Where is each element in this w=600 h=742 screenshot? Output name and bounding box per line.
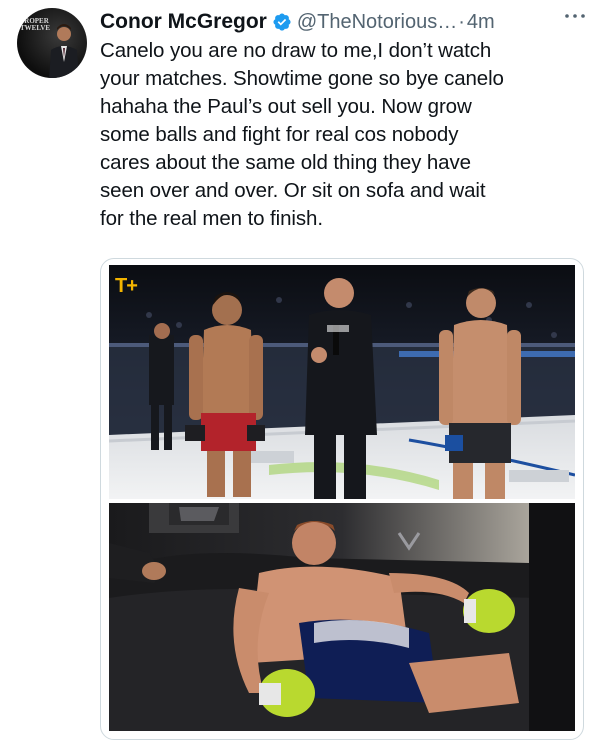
photo-faceoff[interactable]: T+ (109, 265, 575, 499)
more-options-icon[interactable] (564, 12, 586, 20)
verified-badge-icon (273, 13, 291, 31)
avatar-person-figure (49, 24, 79, 78)
tweet-text: Canelo you are no draw to me,I don’t wat… (100, 39, 504, 230)
avatar[interactable]: PROPER TWELVE (17, 8, 87, 78)
couch-image (109, 503, 575, 731)
faceoff-image (109, 265, 575, 499)
timestamp[interactable]: 4m (467, 11, 495, 34)
turner-plus-logo: T+ (115, 275, 138, 298)
logo-plus: + (126, 275, 138, 297)
separator-dot: · (458, 10, 465, 33)
logo-letter: T (115, 275, 127, 297)
author-handle[interactable]: @TheNotorious… (297, 11, 457, 34)
tweet-media[interactable]: T+ (100, 258, 584, 740)
tweet-header: Conor McGregor @TheNotorious… · 4m (100, 7, 588, 37)
photo-couch[interactable] (109, 503, 575, 731)
avatar-brand-text: PROPER TWELVE (20, 17, 51, 32)
author-name[interactable]: Conor McGregor (100, 10, 267, 34)
